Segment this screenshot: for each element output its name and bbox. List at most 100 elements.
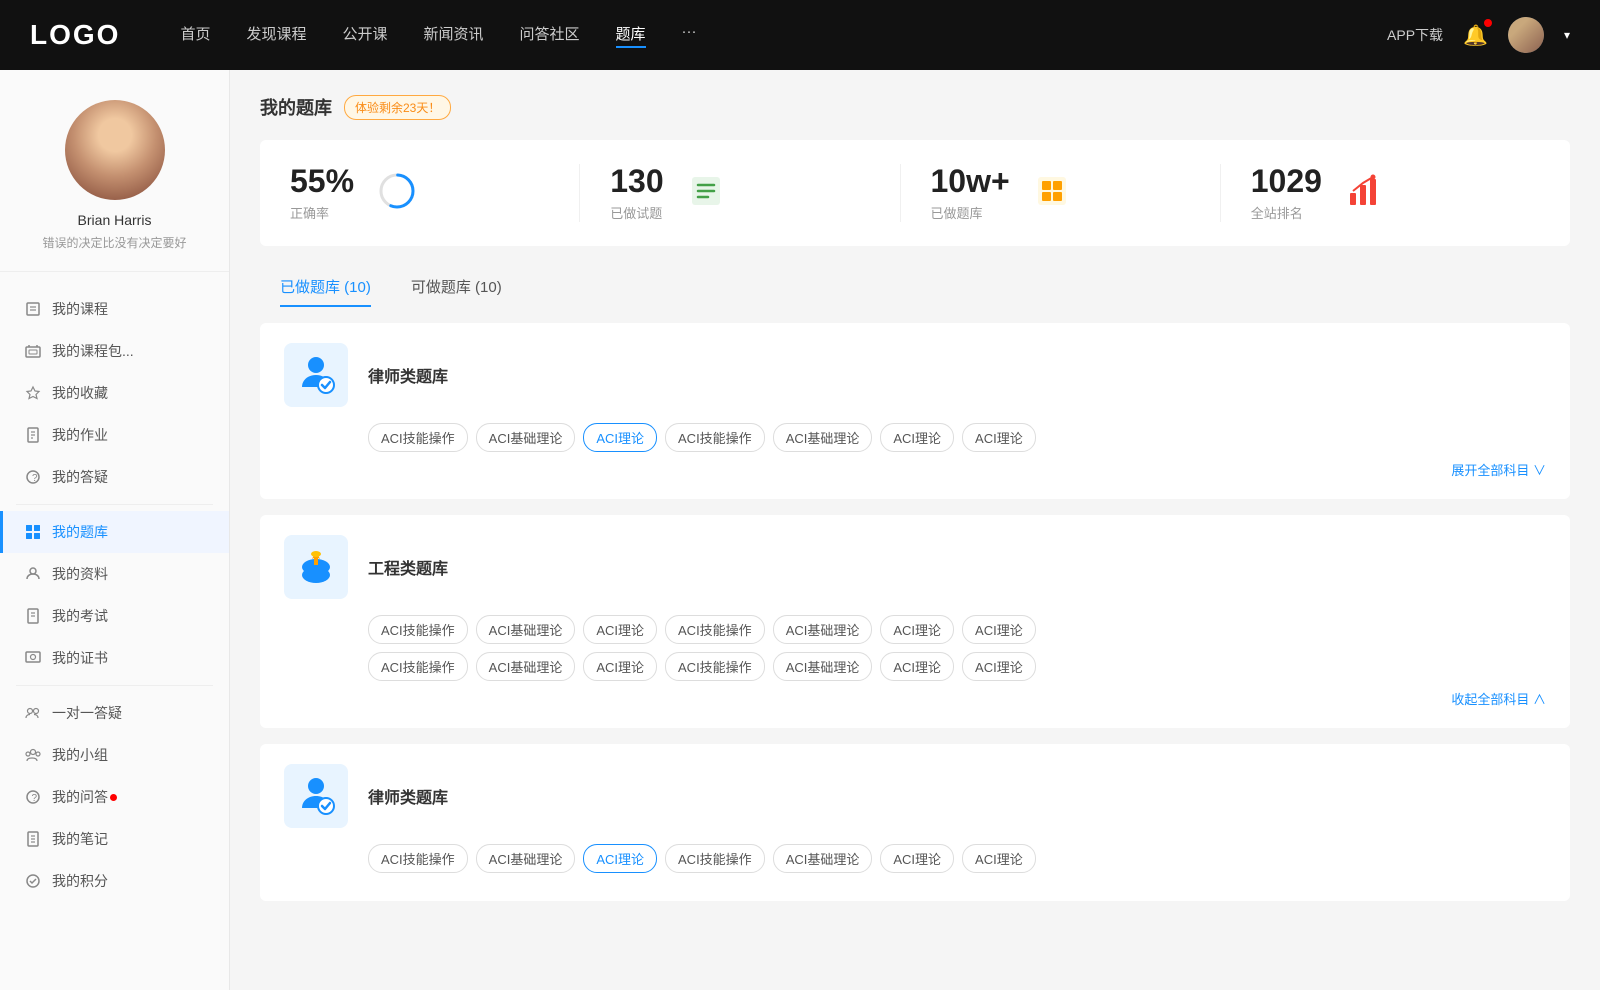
divider2 bbox=[16, 685, 213, 686]
stat-questions-label: 已做试题 bbox=[610, 203, 663, 222]
sidebar-item-my-homework[interactable]: 我的作业 bbox=[0, 414, 229, 456]
bank-card-1-expand[interactable]: 展开全部科目 ∨ bbox=[368, 460, 1546, 479]
nav-discover[interactable]: 发现课程 bbox=[246, 23, 306, 48]
bank-tag-1-5[interactable]: ACI基础理论 bbox=[773, 423, 873, 452]
bank-tag-1-4[interactable]: ACI技能操作 bbox=[665, 423, 765, 452]
points-icon bbox=[24, 872, 42, 890]
stat-accuracy-label: 正确率 bbox=[290, 203, 354, 222]
nav-home[interactable]: 首页 bbox=[180, 23, 210, 48]
sidebar-item-my-exam[interactable]: 我的考试 bbox=[0, 595, 229, 637]
favorites-icon bbox=[24, 384, 42, 402]
notification-badge bbox=[1484, 19, 1492, 27]
sidebar-label-my-course: 我的课程 bbox=[52, 299, 108, 319]
bank-tag-3-6[interactable]: ACI理论 bbox=[880, 844, 954, 873]
sidebar-label-my-course-pack: 我的课程包... bbox=[52, 341, 134, 361]
bank-tag-3-3[interactable]: ACI理论 bbox=[583, 844, 657, 873]
bank-card-3-content: ACI技能操作 ACI基础理论 ACI理论 ACI技能操作 ACI基础理论 AC… bbox=[284, 844, 1546, 873]
bank-tag-2-14[interactable]: ACI理论 bbox=[962, 652, 1036, 681]
nav-bank[interactable]: 题库 bbox=[616, 23, 646, 48]
profile-name: Brian Harris bbox=[20, 212, 209, 228]
avatar-dropdown-icon[interactable]: ▾ bbox=[1564, 28, 1570, 42]
sidebar-item-my-bank[interactable]: 我的题库 bbox=[0, 511, 229, 553]
notification-bell[interactable]: 🔔 bbox=[1463, 23, 1488, 48]
bank-tag-3-1[interactable]: ACI技能操作 bbox=[368, 844, 468, 873]
svg-text:?: ? bbox=[32, 793, 38, 804]
bank-tag-1-6[interactable]: ACI理论 bbox=[880, 423, 954, 452]
bank-card-2-collapse[interactable]: 收起全部科目 ∧ bbox=[368, 689, 1546, 708]
bank-card-2-header: 工程类题库 bbox=[284, 535, 1546, 599]
sidebar-item-my-notes[interactable]: 我的笔记 bbox=[0, 818, 229, 860]
stat-accuracy-value: 55% bbox=[290, 164, 354, 199]
divider1 bbox=[16, 504, 213, 505]
bank-tag-2-7[interactable]: ACI理论 bbox=[962, 615, 1036, 644]
sidebar-item-my-points[interactable]: 我的积分 bbox=[0, 860, 229, 902]
stat-banks-label: 已做题库 bbox=[931, 203, 1010, 222]
rank-stat-icon bbox=[1346, 173, 1382, 214]
bank-tag-2-9[interactable]: ACI基础理论 bbox=[476, 652, 576, 681]
bank-tag-2-1[interactable]: ACI技能操作 bbox=[368, 615, 468, 644]
sidebar-item-my-course-pack[interactable]: 我的课程包... bbox=[0, 330, 229, 372]
bank-tag-1-3[interactable]: ACI理论 bbox=[583, 423, 657, 452]
bank-tag-2-6[interactable]: ACI理论 bbox=[880, 615, 954, 644]
bank-tag-1-1[interactable]: ACI技能操作 bbox=[368, 423, 468, 452]
sidebar-menu: 我的课程 我的课程包... 我的收藏 我的作业 bbox=[0, 288, 229, 902]
sidebar-label-my-favorites: 我的收藏 bbox=[52, 383, 108, 403]
bank-tag-3-2[interactable]: ACI基础理论 bbox=[476, 844, 576, 873]
stat-accuracy: 55% 正确率 bbox=[290, 164, 580, 222]
bank-tag-2-10[interactable]: ACI理论 bbox=[583, 652, 657, 681]
bank-tag-2-4[interactable]: ACI技能操作 bbox=[665, 615, 765, 644]
profile-area: Brian Harris 错误的决定比没有决定要好 bbox=[0, 100, 229, 272]
sidebar-item-my-qa[interactable]: ? 我的答疑 bbox=[0, 456, 229, 498]
bank-tag-2-3[interactable]: ACI理论 bbox=[583, 615, 657, 644]
bank-tag-2-2[interactable]: ACI基础理论 bbox=[476, 615, 576, 644]
sidebar-item-my-questions[interactable]: ? 我的问答 bbox=[0, 776, 229, 818]
bank-card-2-icon bbox=[284, 535, 348, 599]
bank-tag-3-4[interactable]: ACI技能操作 bbox=[665, 844, 765, 873]
stat-accuracy-numbers: 55% 正确率 bbox=[290, 164, 354, 222]
nav-news[interactable]: 新闻资讯 bbox=[424, 23, 484, 48]
avatar[interactable] bbox=[1508, 17, 1544, 53]
trial-badge: 体验剩余23天！ bbox=[344, 95, 451, 120]
banks-stat-icon bbox=[1034, 173, 1070, 214]
tab-available-banks[interactable]: 可做题库 (10) bbox=[391, 266, 522, 307]
bank-card-3-name: 律师类题库 bbox=[368, 784, 448, 808]
sidebar-label-my-points: 我的积分 bbox=[52, 871, 108, 891]
bank-tag-1-2[interactable]: ACI基础理论 bbox=[476, 423, 576, 452]
profile-avatar-image bbox=[65, 100, 165, 200]
logo: LOGO bbox=[30, 19, 120, 51]
bank-card-1: 律师类题库 ACI技能操作 ACI基础理论 ACI理论 ACI技能操作 ACI基… bbox=[260, 323, 1570, 499]
one-on-one-icon bbox=[24, 704, 42, 722]
bank-card-2-content: ACI技能操作 ACI基础理论 ACI理论 ACI技能操作 ACI基础理论 AC… bbox=[284, 615, 1546, 708]
bank-tag-2-13[interactable]: ACI理论 bbox=[880, 652, 954, 681]
bank-card-2-tags-row2: ACI技能操作 ACI基础理论 ACI理论 ACI技能操作 ACI基础理论 AC… bbox=[368, 652, 1546, 681]
sidebar-item-one-on-one[interactable]: 一对一答疑 bbox=[0, 692, 229, 734]
app-download-button[interactable]: APP下载 bbox=[1387, 25, 1443, 45]
sidebar-label-my-bank: 我的题库 bbox=[52, 522, 108, 542]
sidebar-item-my-cert[interactable]: 我的证书 bbox=[0, 637, 229, 679]
bank-card-1-header: 律师类题库 bbox=[284, 343, 1546, 407]
bank-tag-3-5[interactable]: ACI基础理论 bbox=[773, 844, 873, 873]
bank-card-3: 律师类题库 ACI技能操作 ACI基础理论 ACI理论 ACI技能操作 ACI基… bbox=[260, 744, 1570, 901]
stat-questions-value: 130 bbox=[610, 164, 663, 199]
tab-done-banks[interactable]: 已做题库 (10) bbox=[260, 266, 391, 307]
bank-tag-2-12[interactable]: ACI基础理论 bbox=[773, 652, 873, 681]
sidebar-item-my-profile[interactable]: 我的资料 bbox=[0, 553, 229, 595]
sidebar-item-my-group[interactable]: 我的小组 bbox=[0, 734, 229, 776]
nav-more[interactable]: ··· bbox=[682, 23, 697, 48]
bank-tag-3-7[interactable]: ACI理论 bbox=[962, 844, 1036, 873]
bank-tag-2-11[interactable]: ACI技能操作 bbox=[665, 652, 765, 681]
bank-icon bbox=[24, 523, 42, 541]
page-header: 我的题库 体验剩余23天！ bbox=[260, 94, 1570, 120]
stat-rank-value: 1029 bbox=[1251, 164, 1322, 199]
sidebar-item-my-favorites[interactable]: 我的收藏 bbox=[0, 372, 229, 414]
nav-qa[interactable]: 问答社区 bbox=[520, 23, 580, 48]
bank-tag-2-8[interactable]: ACI技能操作 bbox=[368, 652, 468, 681]
questions-stat-icon bbox=[688, 173, 724, 214]
sidebar-label-my-homework: 我的作业 bbox=[52, 425, 108, 445]
nav-open-course[interactable]: 公开课 bbox=[342, 23, 387, 48]
sidebar-item-my-course[interactable]: 我的课程 bbox=[0, 288, 229, 330]
bank-tag-1-7[interactable]: ACI理论 bbox=[962, 423, 1036, 452]
bank-tag-2-5[interactable]: ACI基础理论 bbox=[773, 615, 873, 644]
stat-banks-value: 10w+ bbox=[931, 164, 1010, 199]
questions-badge bbox=[110, 794, 117, 801]
